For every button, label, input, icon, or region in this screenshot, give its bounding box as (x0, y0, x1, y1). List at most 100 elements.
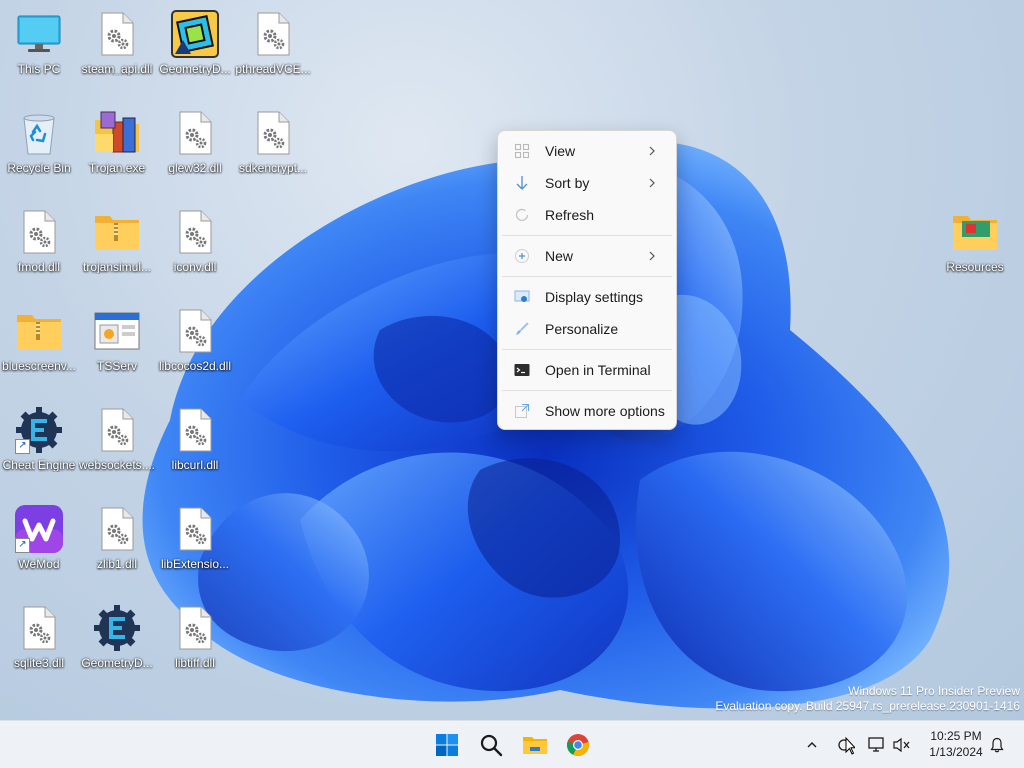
sort-icon (514, 175, 530, 191)
dll-file-icon (15, 604, 63, 652)
menu-item-new[interactable]: New (502, 240, 672, 272)
desktop-icon-label: This PC (17, 62, 61, 76)
zip-folder-icon (93, 208, 141, 256)
desktop-icon-label: iconv.dll (173, 260, 217, 274)
menu-item-sort-by[interactable]: Sort by (502, 167, 672, 199)
geometry-dash-icon (171, 10, 219, 58)
desktop-icon[interactable]: ↗ WeMod (0, 499, 78, 593)
tray-app-button[interactable] (832, 725, 860, 765)
clock[interactable]: 10:25 PM 1/13/2024 (916, 728, 996, 760)
desktop-icon-label: libtiff.dll (175, 656, 215, 670)
desktop-icon[interactable]: bluescreenv... (0, 301, 78, 395)
brush-icon (514, 321, 530, 337)
menu-item-label: New (545, 248, 574, 264)
menu-item-open-in-terminal[interactable]: Open in Terminal (502, 354, 672, 386)
dll-file-icon (171, 208, 219, 256)
desktop-icon[interactable]: glew32.dll (156, 103, 234, 197)
menu-item-view[interactable]: View (502, 135, 672, 167)
terminal-icon (514, 362, 530, 378)
search-icon (480, 734, 503, 757)
installer-icon (93, 109, 141, 157)
desktop-icon[interactable]: Recycle Bin (0, 103, 78, 197)
file-explorer-button[interactable] (515, 725, 555, 765)
desktop-icon[interactable]: sdkencrypt... (234, 103, 312, 197)
desktop-icon[interactable]: GeometryD... (156, 4, 234, 98)
search-button[interactable] (471, 725, 511, 765)
menu-item-label: Show more options (545, 403, 665, 419)
desktop-icon[interactable]: libExtensio... (156, 499, 234, 593)
desktop-icon[interactable]: pthreadVCE... (234, 4, 312, 98)
menu-item-personalize[interactable]: Personalize (502, 313, 672, 345)
desktop-icon[interactable]: Resources (936, 202, 1014, 296)
desktop-icon-label: libcocos2d.dll (158, 359, 232, 373)
desktop-icon[interactable]: Trojan.exe (78, 103, 156, 197)
desktop-icon[interactable]: libcurl.dll (156, 400, 234, 494)
start-button[interactable] (427, 725, 467, 765)
menu-item-label: Display settings (545, 289, 644, 305)
menu-separator (502, 276, 672, 277)
desktop-icon[interactable]: steam_api.dll (78, 4, 156, 98)
menu-item-label: Sort by (545, 175, 590, 191)
desktop-icon[interactable]: trojansimul... (78, 202, 156, 296)
dll-file-icon (93, 406, 141, 454)
watermark-line2: Evaluation copy. Build 25947.rs_prerelea… (715, 699, 1020, 713)
desktop-icon[interactable]: ↗ Cheat Engine (0, 400, 78, 494)
desktop-icon[interactable]: libtiff.dll (156, 598, 234, 692)
chevron-up-icon (807, 742, 817, 748)
desktop-icon-label: GeometryD... (81, 656, 153, 670)
desktop-icon-label: fmod.dll (17, 260, 61, 274)
clock-time: 10:25 PM (930, 729, 982, 743)
desktop-icon[interactable]: libcocos2d.dll (156, 301, 234, 395)
desktop[interactable]: This PC steam_api.dll GeometryD... pthreadV… (0, 0, 1024, 720)
desktop-icon-label: websockets.... (78, 458, 156, 472)
shortcut-arrow-icon: ↗ (15, 538, 30, 553)
show-hidden-icons-button[interactable] (800, 725, 824, 765)
watermark-line1: Windows 11 Pro Insider Preview (848, 684, 1020, 698)
menu-separator (502, 235, 672, 236)
shortcut-arrow-icon: ↗ (15, 439, 30, 454)
dll-file-icon (171, 307, 219, 355)
taskbar: 10:25 PM 1/13/2024 (0, 720, 1024, 768)
menu-item-label: Open in Terminal (545, 362, 651, 378)
wemod-icon: ↗ (15, 505, 63, 553)
desktop-icon-label: Resources (946, 260, 1004, 274)
network-status-button[interactable] (864, 725, 890, 765)
desktop-context-menu: View Sort by Refresh New Display settings Per… (497, 130, 677, 430)
chrome-button[interactable] (558, 725, 598, 765)
zip-folder-icon (15, 307, 63, 355)
menu-item-show-more-options[interactable]: Show more options (502, 395, 672, 427)
plus-icon (514, 248, 530, 264)
desktop-icon-label: Recycle Bin (7, 161, 71, 175)
desktop-icon-label: libExtensio... (160, 557, 230, 571)
volume-button[interactable] (890, 725, 914, 765)
desktop-icon[interactable]: sqlite3.dll (0, 598, 78, 692)
cheat-engine-icon (93, 604, 141, 652)
menu-separator (502, 349, 672, 350)
menu-item-refresh[interactable]: Refresh (502, 199, 672, 231)
file-explorer-icon (523, 737, 547, 754)
chevron-right-icon (644, 175, 660, 191)
desktop-icon-label: GeometryD... (159, 62, 231, 76)
desktop-icon[interactable]: iconv.dll (156, 202, 234, 296)
desktop-icon[interactable]: zlib1.dll (78, 499, 156, 593)
chevron-right-icon (644, 143, 660, 159)
desktop-icon[interactable]: GeometryD... (78, 598, 156, 692)
dll-file-icon (15, 208, 63, 256)
notifications-button[interactable] (986, 725, 1008, 765)
windows-start-icon (436, 734, 458, 756)
desktop-icon[interactable]: fmod.dll (0, 202, 78, 296)
desktop-icon-label: steam_api.dll (81, 62, 153, 76)
dll-file-icon (93, 505, 141, 553)
refresh-icon (514, 207, 530, 223)
recycle-bin-icon (15, 109, 63, 157)
desktop-icon-label: libcurl.dll (171, 458, 219, 472)
desktop-icon[interactable]: websockets.... (78, 400, 156, 494)
menu-separator (502, 390, 672, 391)
clock-date: 1/13/2024 (929, 745, 983, 759)
menu-item-display-settings[interactable]: Display settings (502, 281, 672, 313)
evaluation-watermark: Windows 11 Pro Insider Preview Evaluatio… (715, 684, 1020, 714)
desktop-icon[interactable]: TSServ (78, 301, 156, 395)
chrome-icon (567, 734, 589, 756)
folder-icon (951, 208, 999, 256)
desktop-icon[interactable]: This PC (0, 4, 78, 98)
